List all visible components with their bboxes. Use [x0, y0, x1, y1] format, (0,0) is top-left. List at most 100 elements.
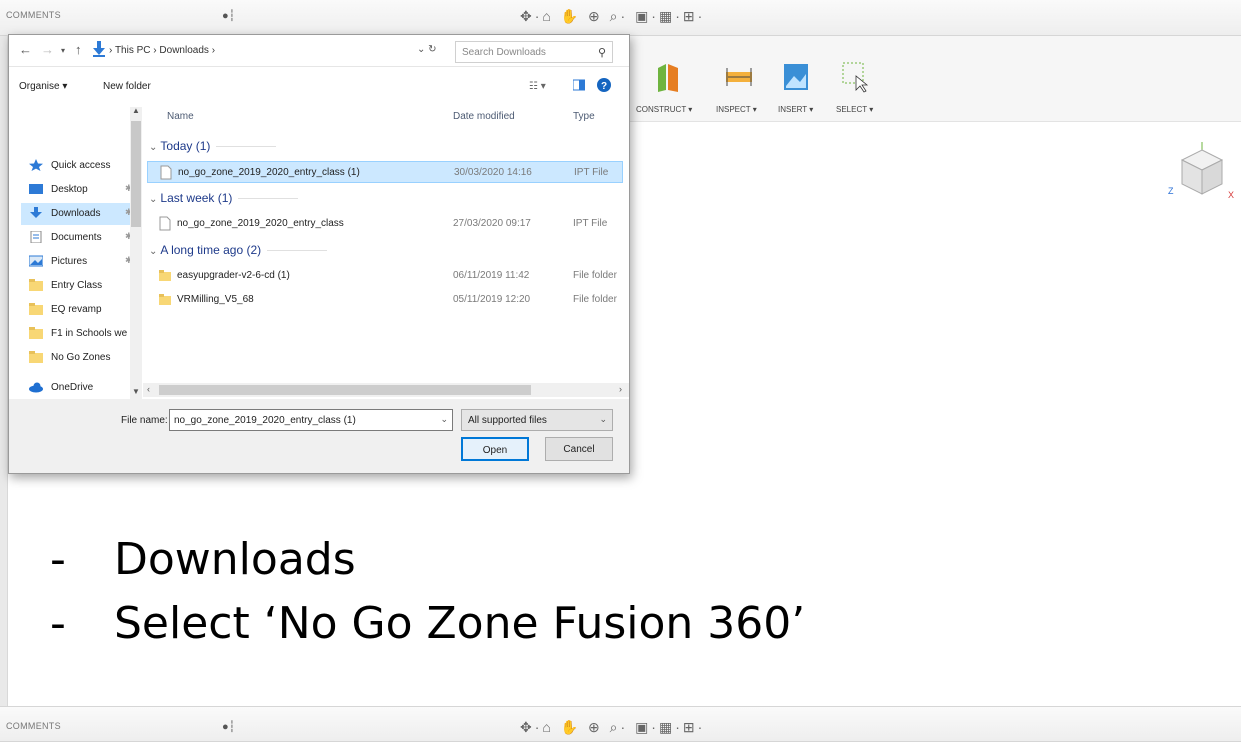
fusion-top-bar: COMMENTS ●┆ ✥·⌂ ✋ ⊕ ⌕· ▣·▦·⊞·	[0, 0, 1241, 36]
hscroll-thumb[interactable]	[159, 385, 531, 395]
sidebar-item-onedrive[interactable]: OneDrive	[21, 377, 141, 399]
file-type: File folder	[573, 270, 617, 281]
file-row[interactable]: easyupgrader-v2-6-cd (1) 06/11/2019 11:42…	[147, 265, 623, 287]
download-icon	[93, 41, 105, 62]
fusion-bottom-bar: COMMENTS ●┆ ✥·⌂ ✋ ⊕ ⌕· ▣·▦·⊞·	[0, 706, 1241, 742]
sidebar-item-eq-revamp[interactable]: EQ revamp	[21, 299, 141, 321]
search-icon: ⚲	[597, 47, 606, 59]
comments-toggle-icon[interactable]: ●┆	[222, 720, 235, 733]
chevron-down-icon: ⌄	[149, 246, 158, 257]
construct-menu[interactable]: CONSTRUCT ▾	[636, 105, 692, 114]
group-header[interactable]: ⌄ Today (1)	[149, 139, 277, 153]
sidebar-item-label: Entry Class	[51, 280, 103, 291]
column-date-modified[interactable]: Date modified	[453, 111, 515, 122]
sidebar-item-quick-access[interactable]: Quick access	[21, 155, 141, 177]
folder-icon	[159, 268, 171, 283]
group-header[interactable]: ⌄ A long time ago (2)	[149, 243, 328, 257]
scroll-right-icon[interactable]: ›	[619, 384, 622, 394]
insert-menu[interactable]: INSERT ▾	[778, 105, 813, 114]
navigation-pane: Quick access Desktop ✱ Downloads ✱ Documents ✱…	[9, 105, 142, 423]
sidebar-item-pictures[interactable]: Pictures ✱	[21, 251, 141, 273]
navigation-toolbar[interactable]: ✥·⌂ ✋ ⊕ ⌕· ▣·▦·⊞·	[520, 719, 705, 736]
file-row[interactable]: VRMilling_V5_68 05/11/2019 12:20 File fold…	[147, 289, 623, 311]
cancel-button[interactable]: Cancel	[545, 437, 613, 461]
sidebar-item-label: Quick access	[51, 160, 111, 171]
file-row[interactable]: no_go_zone_2019_2020_entry_class 27/03/20…	[147, 213, 623, 235]
download-icon	[29, 207, 43, 219]
comments-toggle-icon[interactable]: ●┆	[222, 9, 235, 22]
sidebar-item-desktop[interactable]: Desktop ✱	[21, 179, 141, 201]
up-icon[interactable]: ↑	[75, 42, 82, 57]
folder-icon	[29, 303, 43, 315]
file-date: 30/03/2020 14:16	[454, 167, 532, 178]
file-date: 06/11/2019 11:42	[453, 270, 530, 281]
search-input[interactable]: Search Downloads ⚲	[455, 41, 613, 63]
file-type: IPT File	[573, 218, 608, 229]
sidebar-item-label: No Go Zones	[51, 352, 111, 363]
sidebar-item-no-go-zones[interactable]: No Go Zones	[21, 347, 141, 369]
file-name-label: File name:	[121, 415, 168, 426]
view-options-icon[interactable]: ☷ ▾	[529, 81, 546, 92]
new-folder-button[interactable]: New folder	[103, 81, 151, 92]
scroll-left-icon[interactable]: ‹	[147, 384, 150, 394]
file-list-hscrollbar[interactable]: ‹ ›	[143, 383, 629, 397]
file-row[interactable]: no_go_zone_2019_2020_entry_class (1) 30/0…	[147, 161, 623, 183]
select-icon[interactable]	[840, 60, 870, 94]
sidebar-item-f1-in-schools-we[interactable]: F1 in Schools we	[21, 323, 141, 345]
axis-x-label: X	[1228, 190, 1235, 200]
file-name: easyupgrader-v2-6-cd (1)	[177, 270, 290, 281]
sidebar-item-label: F1 in Schools we	[51, 328, 128, 339]
file-type: IPT File	[574, 167, 609, 178]
address-dropdown-icon[interactable]: ⌄ ↻	[417, 44, 437, 55]
sidebar-item-downloads[interactable]: Downloads ✱	[21, 203, 141, 225]
file-name: no_go_zone_2019_2020_entry_class	[177, 218, 344, 229]
forward-icon[interactable]: →	[41, 42, 54, 57]
insert-icon[interactable]	[782, 60, 812, 94]
open-button[interactable]: Open	[461, 437, 529, 461]
inspect-menu[interactable]: INSPECT ▾	[716, 105, 757, 114]
select-menu[interactable]: SELECT ▾	[836, 105, 873, 114]
construct-icon[interactable]	[654, 60, 684, 94]
axis-z-label: Z	[1168, 186, 1174, 196]
preview-pane-icon[interactable]	[572, 79, 586, 94]
fusion-left-strip	[0, 36, 8, 706]
file-type: File folder	[573, 294, 617, 305]
comments-label: COMMENTS	[6, 721, 61, 731]
crumb-this-pc[interactable]: This PC	[115, 45, 151, 56]
bullet-2: - Select ‘No Go Zone Fusion 360’	[50, 598, 806, 649]
recent-locations-icon[interactable]: ▾	[61, 46, 65, 55]
file-name: no_go_zone_2019_2020_entry_class (1)	[178, 167, 360, 178]
scroll-down-icon[interactable]: ▼	[132, 387, 140, 396]
sidebar-item-entry-class[interactable]: Entry Class	[21, 275, 141, 297]
group-divider	[216, 146, 277, 148]
chevron-down-icon: ⌄	[599, 414, 607, 424]
file-list: Name Date modified Type ⌄ Today (1) no_go_…	[143, 105, 629, 399]
scroll-up-icon[interactable]: ▲	[132, 106, 140, 115]
documents-icon	[29, 230, 43, 244]
sidebar-item-label: EQ revamp	[51, 304, 102, 315]
file-name-input[interactable]: no_go_zone_2019_2020_entry_class (1) ⌄	[169, 409, 453, 431]
nav-pane-scrollbar[interactable]: ▲ ▼	[130, 106, 142, 401]
help-icon[interactable]: ?	[597, 78, 611, 95]
breadcrumb[interactable]: › This PC › Downloads ›	[109, 45, 215, 56]
inspect-icon[interactable]	[724, 60, 754, 94]
sidebar-item-documents[interactable]: Documents ✱	[21, 227, 141, 249]
star-icon	[29, 159, 43, 171]
bullet-1: - Downloads	[50, 534, 356, 585]
group-divider	[267, 250, 328, 252]
svg-text:?: ?	[601, 81, 607, 92]
file-type-select[interactable]: All supported files ⌄	[461, 409, 613, 431]
view-cube[interactable]: Z X	[1168, 142, 1234, 208]
column-name[interactable]: Name	[167, 111, 194, 122]
crumb-downloads[interactable]: Downloads	[159, 45, 208, 56]
scroll-thumb[interactable]	[131, 121, 141, 227]
navigation-toolbar[interactable]: ✥·⌂ ✋ ⊕ ⌕· ▣·▦·⊞·	[520, 8, 705, 25]
column-type[interactable]: Type	[573, 111, 595, 122]
chevron-down-icon[interactable]: ⌄	[440, 414, 448, 425]
organise-button[interactable]: Organise ▾	[19, 81, 67, 92]
pictures-icon	[28, 255, 44, 267]
group-divider	[238, 198, 299, 200]
group-header[interactable]: ⌄ Last week (1)	[149, 191, 299, 205]
folder-icon	[159, 292, 171, 307]
back-icon[interactable]: ←	[19, 42, 32, 57]
